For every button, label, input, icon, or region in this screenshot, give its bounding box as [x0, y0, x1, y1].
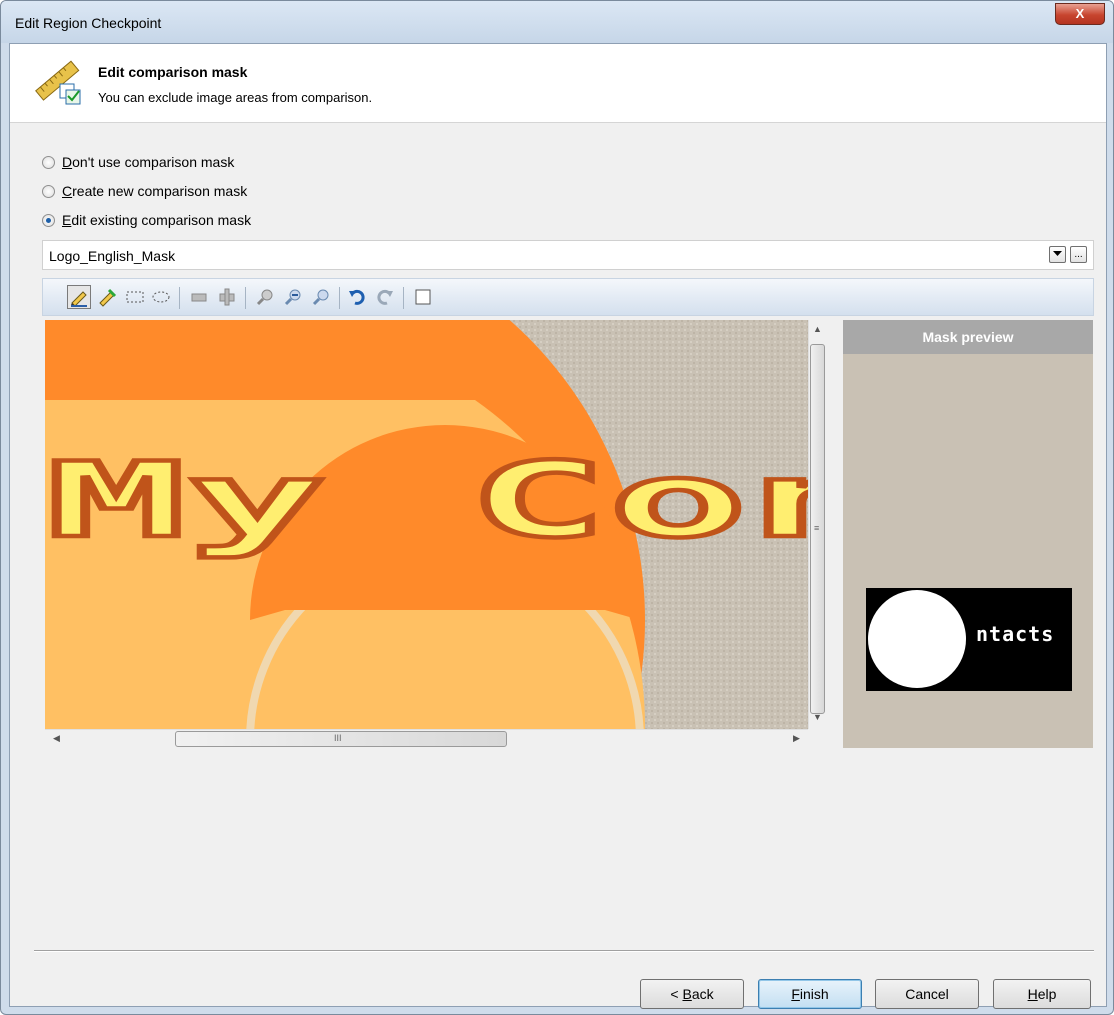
undo-icon[interactable] — [345, 285, 369, 309]
radio-button[interactable] — [42, 155, 55, 169]
radio-button[interactable] — [42, 184, 55, 198]
wizard-header: Edit comparison mask You can exclude ima… — [10, 44, 1106, 123]
back-button[interactable]: < Back — [640, 979, 744, 1009]
accel-letter: C — [62, 183, 73, 199]
zoom-fit-icon[interactable] — [309, 285, 333, 309]
browse-button[interactable]: ... — [1070, 246, 1087, 263]
scroll-down-icon[interactable]: ▼ — [813, 712, 822, 722]
radio-label: reate new comparison mask — [72, 183, 248, 199]
pencil-draw-icon[interactable] — [67, 285, 91, 309]
footer-divider — [34, 950, 1094, 952]
clear-mask-icon[interactable] — [411, 285, 435, 309]
title-bar[interactable]: Edit Region Checkpoint X — [1, 1, 1113, 43]
remove-area-icon[interactable] — [187, 285, 211, 309]
zoom-icon[interactable] — [253, 285, 277, 309]
dialog-client: Edit comparison mask You can exclude ima… — [9, 43, 1107, 1009]
back-prefix: < — [670, 986, 683, 1002]
accel-letter: D — [62, 154, 73, 170]
help-label: elp — [1037, 986, 1057, 1002]
scroll-grip: ≡ — [814, 523, 820, 533]
ellipse-select-icon[interactable] — [149, 285, 173, 309]
accel-letter: F — [791, 986, 800, 1002]
accel-letter: H — [1027, 986, 1038, 1002]
back-label: ack — [691, 986, 714, 1002]
scroll-right-icon[interactable]: ▶ — [793, 733, 800, 744]
vertical-scrollbar[interactable]: ▲ ≡ ▼ — [808, 320, 826, 729]
radio-label: on't use comparison mask — [72, 154, 235, 170]
add-area-icon[interactable] — [215, 285, 239, 309]
pencil-erase-icon[interactable] — [95, 285, 119, 309]
scroll-left-icon[interactable]: ◀ — [53, 733, 60, 744]
header-subtitle: You can exclude image areas from compari… — [98, 90, 373, 105]
radio-label: dit existing comparison mask — [71, 212, 252, 228]
horizontal-scrollbar[interactable]: ◀ III ▶ — [45, 729, 808, 748]
radio-button-checked[interactable] — [42, 213, 55, 227]
cancel-button[interactable]: Cancel — [875, 979, 979, 1009]
radio-dont-use-mask[interactable]: Don't use comparison mask — [42, 154, 234, 170]
mask-toolbar — [42, 278, 1094, 316]
radio-edit-existing-mask[interactable]: Edit existing comparison mask — [42, 212, 251, 228]
mask-name-input[interactable] — [47, 245, 1031, 267]
dropdown-button[interactable] — [1049, 246, 1066, 263]
mask-circle — [868, 590, 966, 688]
finish-button[interactable]: Finish — [758, 979, 862, 1009]
redo-icon[interactable] — [373, 285, 397, 309]
mask-preview-title: Mask preview — [843, 320, 1093, 354]
window-title: Edit Region Checkpoint — [15, 15, 162, 31]
mask-preview-text: ntacts — [976, 622, 1055, 646]
canvas-logo-text: My Con — [47, 440, 808, 561]
dialog-window: Edit Region Checkpoint X Edit comparison… — [0, 0, 1114, 1015]
image-canvas[interactable]: My Con — [45, 320, 808, 729]
accel-letter: E — [62, 212, 72, 228]
logo-zoomed-image: My Con — [45, 320, 808, 729]
horizontal-scroll-thumb[interactable]: III — [175, 731, 507, 747]
help-button[interactable]: Help — [993, 979, 1091, 1009]
close-button[interactable]: X — [1055, 3, 1105, 25]
scroll-grip: III — [334, 733, 342, 743]
mask-combobox[interactable]: ... — [42, 240, 1094, 270]
accel-letter: B — [682, 986, 692, 1002]
mask-preview-image: ntacts — [866, 588, 1072, 691]
scroll-up-icon[interactable]: ▲ — [813, 324, 822, 334]
ruler-checkbox-icon — [35, 60, 81, 105]
radio-create-new-mask[interactable]: Create new comparison mask — [42, 183, 247, 199]
rect-select-icon[interactable] — [123, 285, 147, 309]
vertical-scroll-thumb[interactable]: ≡ — [810, 344, 825, 714]
zoom-out-icon[interactable] — [281, 285, 305, 309]
chevron-down-icon — [1053, 251, 1062, 256]
header-title: Edit comparison mask — [98, 64, 248, 80]
finish-label: inish — [799, 986, 829, 1002]
mask-preview-panel: Mask preview ntacts — [843, 320, 1093, 748]
